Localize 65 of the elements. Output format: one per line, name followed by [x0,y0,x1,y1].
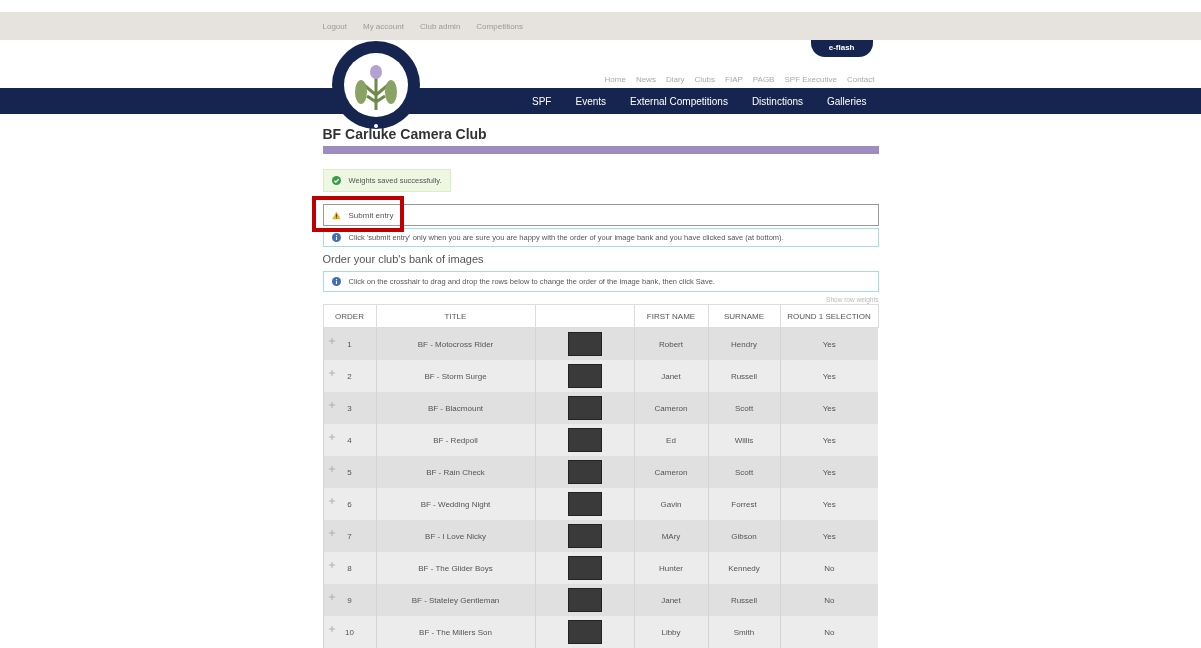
order-number: 4 [347,435,352,445]
order-number: 10 [345,627,354,637]
top-link[interactable]: Club admin [419,21,461,31]
order-number: 1 [347,339,352,349]
nav-link[interactable]: FIAP [725,75,743,84]
photo-placeholder [567,428,602,452]
crosshair-drag-icon[interactable] [328,498,335,504]
crosshair-drag-icon[interactable] [328,562,335,568]
photo-placeholder [567,396,602,420]
warning-icon [331,210,341,220]
nav-link[interactable]: Clubs [694,75,716,84]
photo-placeholder [567,524,602,548]
crosshair-drag-icon[interactable] [328,594,335,600]
order-number: 3 [347,403,352,413]
nav-link[interactable]: PAGB [752,75,775,84]
photo-placeholder [567,588,602,612]
order-number: 6 [347,499,352,509]
crosshair-drag-icon[interactable] [328,370,335,376]
photo-placeholder [567,364,602,388]
photo-placeholder [567,332,602,356]
column-header: ROUND 1 SELECTION [780,304,878,328]
crosshair-drag-icon[interactable] [328,466,335,472]
order-number: 9 [347,595,352,605]
table-cell: Smith [708,616,780,648]
photo-placeholder [567,492,602,516]
submit-entry-button[interactable]: Submit entry [322,204,879,226]
nav-link[interactable]: News [635,75,656,84]
column-header: ORDER [323,304,376,328]
nav-link[interactable]: SPF Executive [784,75,837,84]
crosshair-drag-icon[interactable] [328,434,335,440]
table-cell: Libby [634,616,708,648]
main-nav-link[interactable]: Galleries [827,95,867,107]
section-heading: Order your club's bank of images [322,253,485,265]
crosshair-drag-icon[interactable] [328,338,335,344]
thistle-logo-icon[interactable] [330,40,421,130]
column-header: TITLE [376,304,535,328]
order-number: 7 [347,531,352,541]
info-icon [331,233,341,242]
crosshair-drag-icon[interactable] [328,402,335,408]
crosshair-drag-icon[interactable] [328,626,335,632]
main-nav-link[interactable]: SPF [532,95,552,107]
info-icon [331,277,341,286]
table-cell: BF - The Millers Son [376,616,535,648]
check-circle-icon [331,176,341,185]
top-link[interactable]: Logout [322,21,347,31]
e-flash-tab[interactable]: e-flash [810,40,873,57]
page-title: BF Carluke Camera Club [322,126,488,142]
nav-link[interactable]: Home [604,75,626,84]
crosshair-drag-icon[interactable] [328,530,335,536]
photo-placeholder [567,460,602,484]
photo-placeholder [567,556,602,580]
top-link[interactable]: My account [362,21,404,31]
main-nav-link[interactable]: Distinctions [751,95,804,107]
photo-placeholder [567,620,602,644]
order-number: 5 [347,467,352,477]
main-nav-link[interactable]: External Competitions [630,95,728,107]
top-link[interactable]: Competitions [476,21,524,31]
nav-link[interactable]: Diary [665,75,685,84]
column-header: SURNAME [708,304,780,328]
table-cell: No [780,616,878,648]
main-nav-link[interactable]: Events [575,95,607,107]
nav-link[interactable]: Contact [846,75,875,84]
order-number: 8 [347,563,352,573]
order-number: 2 [347,371,352,381]
column-header: FIRST NAME [634,304,708,328]
